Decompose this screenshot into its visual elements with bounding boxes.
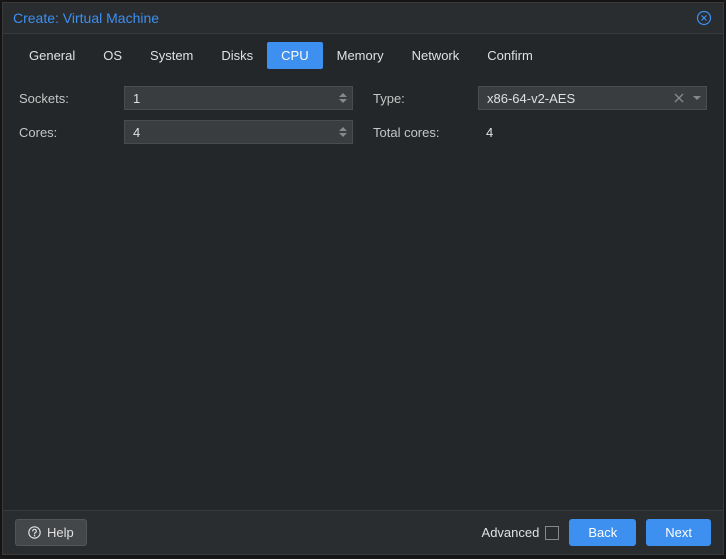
tab-cpu[interactable]: CPU: [267, 42, 322, 69]
type-combo[interactable]: x86-64-v2-AES: [478, 86, 707, 110]
chevron-down-icon: [339, 132, 347, 137]
help-button-label: Help: [47, 525, 74, 540]
cores-input-wrap: [124, 120, 353, 144]
cores-label: Cores:: [19, 125, 124, 140]
create-vm-dialog: Create: Virtual Machine General OS Syste…: [2, 2, 724, 555]
sockets-label: Sockets:: [19, 91, 124, 106]
tab-os[interactable]: OS: [89, 42, 136, 69]
advanced-checkbox[interactable]: [545, 526, 559, 540]
footer-left: Help: [15, 519, 87, 546]
sockets-input-wrap: [124, 86, 353, 110]
total-cores-value: 4: [478, 125, 707, 140]
dialog-header: Create: Virtual Machine: [3, 3, 723, 34]
next-button-label: Next: [665, 525, 692, 540]
cores-input[interactable]: [125, 121, 334, 143]
dialog-footer: Help Advanced Back Next: [3, 510, 723, 554]
tab-disks[interactable]: Disks: [207, 42, 267, 69]
type-clear-icon[interactable]: [670, 93, 688, 103]
type-value: x86-64-v2-AES: [479, 91, 670, 106]
footer-right: Advanced Back Next: [482, 519, 711, 546]
tab-system[interactable]: System: [136, 42, 207, 69]
tab-confirm[interactable]: Confirm: [473, 42, 547, 69]
cores-row: Cores:: [19, 119, 353, 145]
advanced-label: Advanced: [482, 525, 540, 540]
next-button[interactable]: Next: [646, 519, 711, 546]
back-button-label: Back: [588, 525, 617, 540]
sockets-row: Sockets:: [19, 85, 353, 111]
type-dropdown-icon[interactable]: [688, 93, 706, 103]
total-cores-label: Total cores:: [373, 125, 478, 140]
tab-general[interactable]: General: [15, 42, 89, 69]
type-label: Type:: [373, 91, 478, 106]
help-icon: [28, 526, 41, 539]
back-button[interactable]: Back: [569, 519, 636, 546]
dialog-title: Create: Virtual Machine: [13, 10, 159, 26]
help-button[interactable]: Help: [15, 519, 87, 546]
form-content: Sockets: Cores:: [3, 73, 723, 510]
tab-network[interactable]: Network: [398, 42, 474, 69]
sockets-input[interactable]: [125, 87, 334, 109]
total-cores-row: Total cores: 4: [373, 119, 707, 145]
close-icon[interactable]: [695, 9, 713, 27]
tab-memory[interactable]: Memory: [323, 42, 398, 69]
chevron-down-icon: [339, 98, 347, 103]
advanced-toggle: Advanced: [482, 525, 560, 540]
type-row: Type: x86-64-v2-AES: [373, 85, 707, 111]
tab-bar: General OS System Disks CPU Memory Netwo…: [3, 34, 723, 73]
form-left-column: Sockets: Cores:: [19, 85, 353, 498]
sockets-spinner[interactable]: [334, 87, 352, 109]
form-right-column: Type: x86-64-v2-AES: [373, 85, 707, 498]
cores-spinner[interactable]: [334, 121, 352, 143]
